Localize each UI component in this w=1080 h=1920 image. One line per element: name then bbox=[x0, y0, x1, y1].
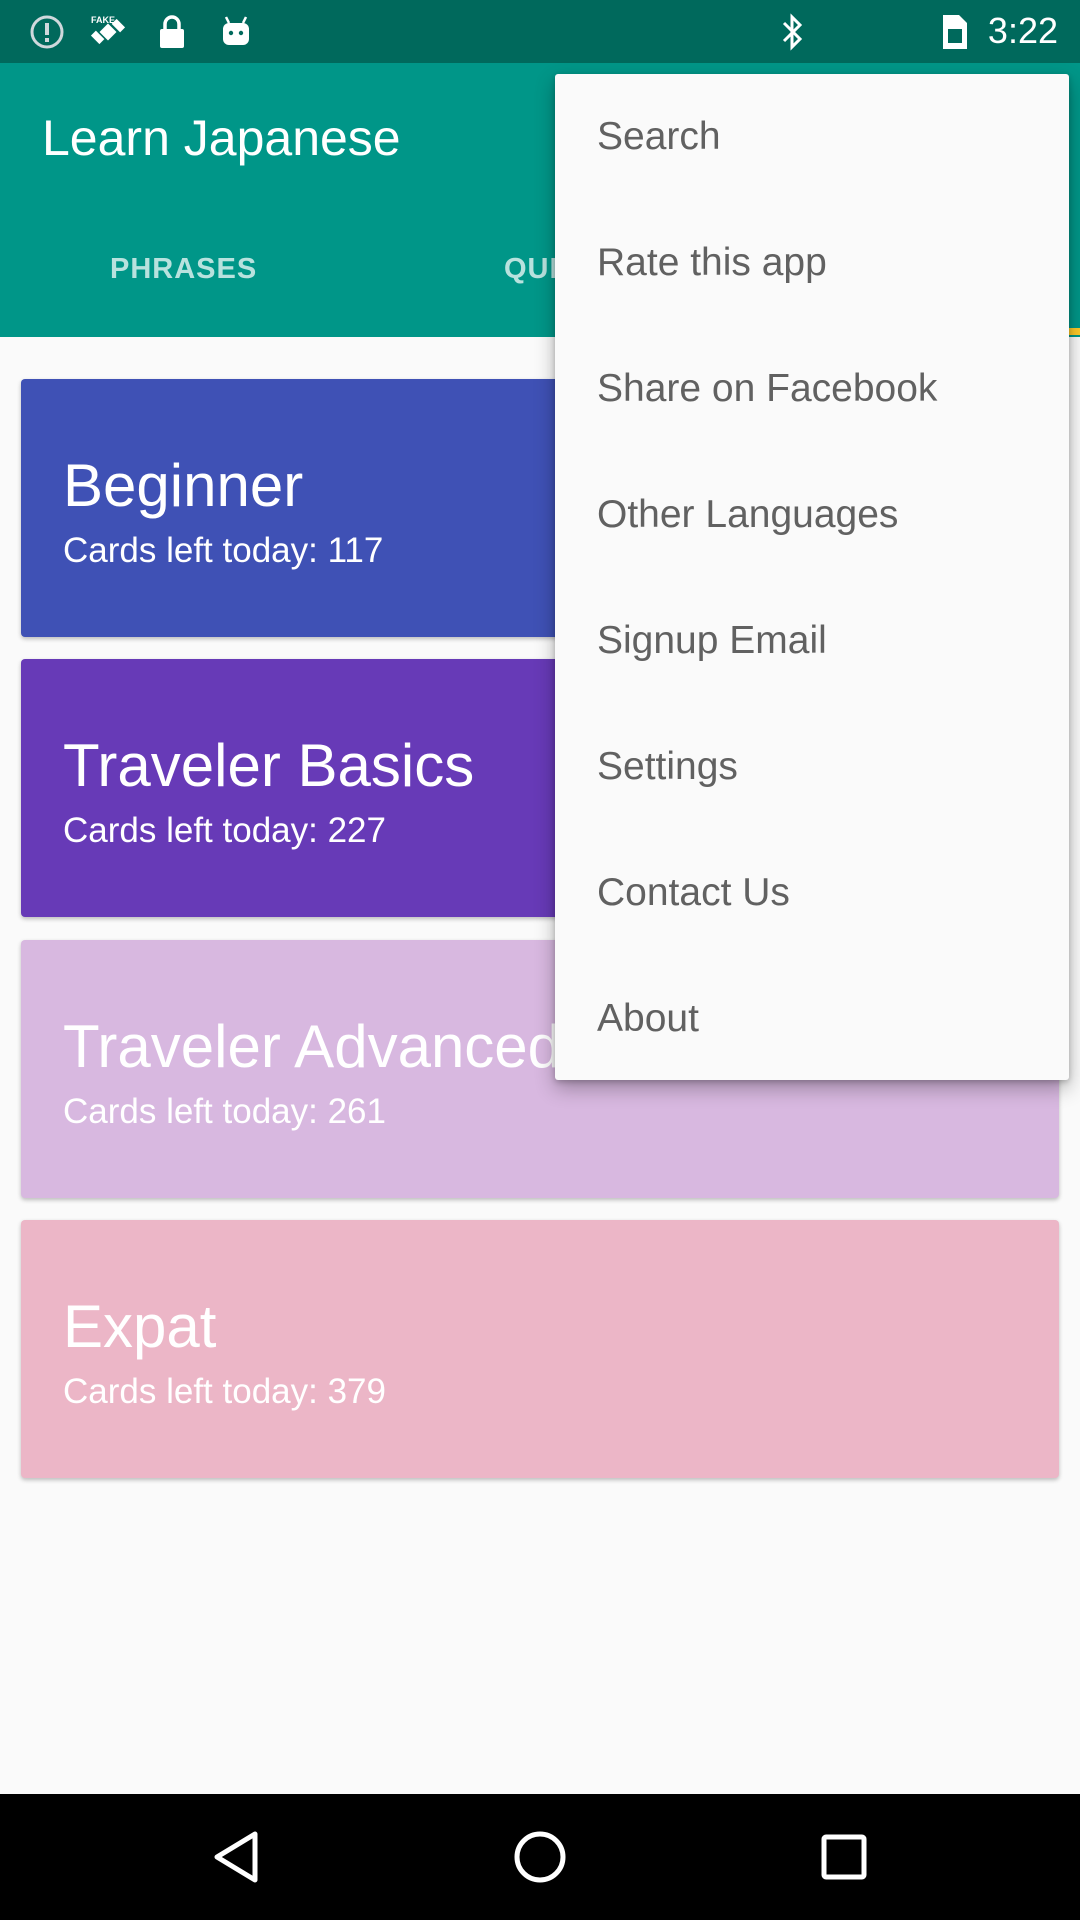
status-bar: FAKE 3:22 bbox=[0, 0, 1080, 63]
card-cards-left: Cards left today: 379 bbox=[63, 1372, 386, 1411]
navigation-bar bbox=[0, 1794, 1080, 1920]
fake-gps-satellite-icon: FAKE bbox=[88, 12, 128, 52]
menu-item-rate-this-app[interactable]: Rate this app bbox=[555, 200, 1069, 326]
android-icon bbox=[216, 12, 256, 52]
app-title: Learn Japanese bbox=[42, 110, 401, 166]
overflow-menu: Search Rate this app Share on Facebook O… bbox=[555, 74, 1069, 1080]
lock-icon bbox=[152, 12, 192, 52]
bluetooth-icon bbox=[772, 12, 812, 52]
card-title: Expat bbox=[63, 1293, 217, 1360]
card-cards-left: Cards left today: 117 bbox=[63, 531, 384, 570]
card-title: Traveler Advanced bbox=[63, 1013, 562, 1080]
svg-text:FAKE: FAKE bbox=[91, 15, 115, 25]
menu-item-about[interactable]: About bbox=[555, 956, 1069, 1082]
screen: FAKE 3:22 Learn Japanese PHRASES QUI Beg… bbox=[0, 0, 1080, 1920]
info-circle-icon bbox=[27, 12, 67, 52]
menu-item-share-on-facebook[interactable]: Share on Facebook bbox=[555, 326, 1069, 452]
home-circle-icon[interactable] bbox=[510, 1827, 570, 1887]
tab-quiz[interactable]: QUI bbox=[504, 253, 559, 286]
back-triangle-icon[interactable] bbox=[206, 1827, 266, 1887]
sim-card-icon bbox=[934, 12, 974, 52]
card-title: Traveler Basics bbox=[63, 732, 475, 799]
card-cards-left: Cards left today: 227 bbox=[63, 811, 386, 850]
recents-square-icon[interactable] bbox=[814, 1827, 874, 1887]
menu-item-contact-us[interactable]: Contact Us bbox=[555, 830, 1069, 956]
menu-item-settings[interactable]: Settings bbox=[555, 704, 1069, 830]
card-cards-left: Cards left today: 261 bbox=[63, 1092, 386, 1131]
menu-item-other-languages[interactable]: Other Languages bbox=[555, 452, 1069, 578]
tab-phrases[interactable]: PHRASES bbox=[110, 253, 257, 286]
menu-item-signup-email[interactable]: Signup Email bbox=[555, 578, 1069, 704]
card-expat[interactable]: Expat Cards left today: 379 bbox=[21, 1220, 1059, 1478]
menu-item-search[interactable]: Search bbox=[555, 74, 1069, 200]
status-time: 3:22 bbox=[987, 10, 1058, 51]
card-title: Beginner bbox=[63, 452, 304, 519]
